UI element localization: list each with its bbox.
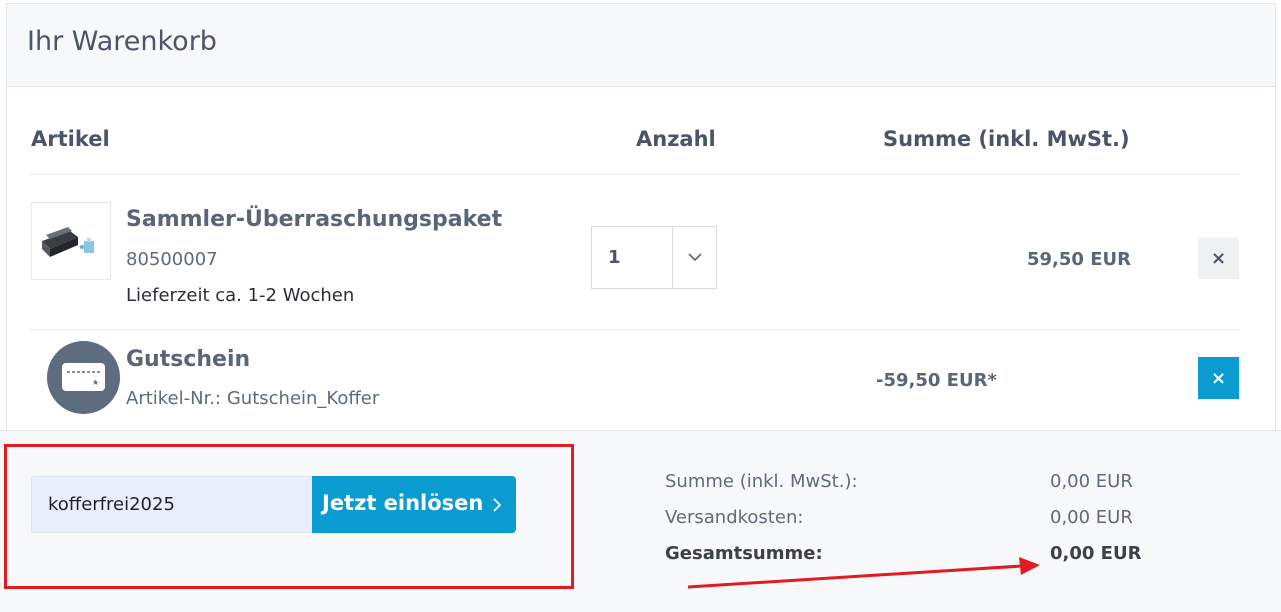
close-icon: × — [1210, 248, 1227, 269]
shipping-label: Versandkosten: — [665, 507, 804, 528]
cart-header: Ihr Warenkorb — [7, 4, 1275, 87]
item-divider — [30, 329, 1240, 330]
product-thumbnail[interactable] — [31, 202, 111, 280]
close-icon: × — [1210, 367, 1227, 389]
subtotal-value: 0,00 EUR — [1050, 471, 1133, 492]
grand-total-label: Gesamtsumme: — [665, 543, 823, 564]
column-header-anzahl: Anzahl — [636, 127, 716, 151]
remove-item-button[interactable]: × — [1198, 238, 1239, 279]
voucher-name: Gutschein — [126, 347, 251, 372]
voucher-sku: Artikel-Nr.: Gutschein_Koffer — [126, 388, 380, 409]
voucher-badge: ★ — [47, 341, 120, 414]
voucher-card-icon: ★ — [62, 363, 105, 391]
item-name[interactable]: Sammler-Überraschungspaket — [126, 207, 502, 232]
column-header-artikel: Artikel — [31, 127, 110, 151]
quantity-select[interactable]: 1 — [591, 226, 717, 289]
item-sku: 80500007 — [126, 249, 218, 270]
remove-voucher-button[interactable]: × — [1198, 357, 1239, 399]
cart-title: Ihr Warenkorb — [27, 26, 217, 57]
item-delivery-time: Lieferzeit ca. 1-2 Wochen — [126, 285, 355, 306]
column-header-summe: Summe (inkl. MwSt.) — [883, 127, 1130, 151]
item-price: 59,50 EUR — [1027, 249, 1131, 270]
shipping-value: 0,00 EUR — [1050, 507, 1133, 528]
annotation-highlight-box — [4, 444, 574, 589]
subtotal-label: Summe (inkl. MwSt.): — [665, 471, 858, 492]
voucher-price: -59,50 EUR* — [876, 370, 997, 391]
quantity-divider — [672, 227, 673, 288]
chevron-down-icon[interactable] — [687, 251, 703, 263]
header-divider — [30, 174, 1240, 175]
svg-text:★: ★ — [92, 378, 99, 387]
grand-total-value: 0,00 EUR — [1050, 543, 1142, 564]
quantity-value: 1 — [608, 247, 621, 268]
case-product-icon — [42, 227, 94, 257]
